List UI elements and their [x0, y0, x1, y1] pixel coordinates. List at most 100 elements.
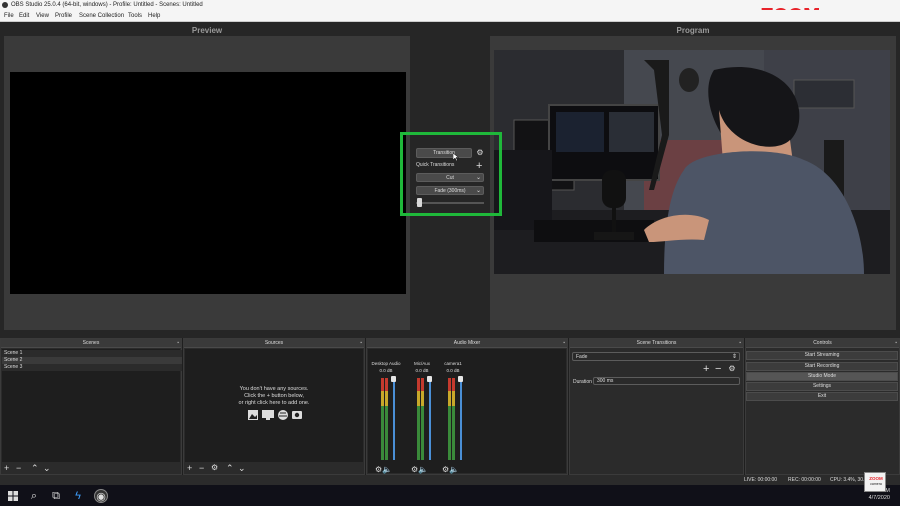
add-scene-plus-icon[interactable]: + — [4, 463, 9, 473]
menu-edit[interactable]: Edit — [19, 12, 29, 20]
scene-transitions-dock-title: Scene Transitions — [570, 339, 743, 348]
channel-name: camera1 — [444, 361, 462, 366]
remove-transition-minus-icon[interactable]: − — [715, 364, 721, 375]
fade-option-label: Fade (300ms) — [434, 188, 466, 194]
audio-mixer-dock: Audio Mixer ▪ Desktop Audio 0.0 dB ⚙🔈 Mi… — [366, 338, 568, 475]
mixer-channel-desktop-audio: Desktop Audio 0.0 dB ⚙🔈 — [371, 359, 401, 474]
scenes-list: Scene 1 Scene 2 Scene 3 — [2, 349, 182, 462]
audio-mixer-dock-title: Audio Mixer — [367, 339, 567, 348]
dock-close-icon[interactable]: ▪ — [177, 339, 179, 348]
dock-close-icon[interactable]: ▪ — [895, 339, 897, 348]
scenes-toolbar: + − ⌃ ⌄ — [1, 462, 181, 474]
transition-properties-gear-icon[interactable]: ⚙ — [728, 365, 736, 373]
transition-type-value: Fade — [576, 354, 588, 360]
move-down-chevron-icon[interactable]: ⌄ — [238, 463, 246, 473]
dock-close-icon[interactable]: ▪ — [739, 339, 741, 348]
duration-input[interactable]: 300 ms — [593, 377, 740, 385]
menu-help[interactable]: Help — [148, 12, 160, 20]
channel-controls: ⚙🔈 — [375, 465, 392, 474]
volume-meter — [417, 378, 420, 460]
exit-button[interactable]: Exit — [746, 392, 898, 401]
channel-name: Desktop Audio — [371, 361, 401, 366]
move-down-chevron-icon[interactable]: ⌄ — [43, 463, 51, 473]
scenes-dock-title: Scenes — [1, 339, 181, 348]
preview-canvas[interactable] — [10, 72, 406, 294]
move-up-chevron-icon[interactable]: ⌃ — [226, 463, 234, 473]
status-bar: LIVE: 00:00:00 REC: 00:00:00 CPU: 3.4%, … — [0, 475, 900, 485]
volume-meter — [421, 378, 424, 460]
move-up-chevron-icon[interactable]: ⌃ — [31, 463, 39, 473]
windows-taskbar: ⌕ ⧉ ϟ ◉ 2:19 PM 4/7/2020 — [0, 485, 900, 506]
rec-timer: REC: 00:00:00 — [788, 477, 821, 483]
channel-db: 0.0 dB — [379, 368, 393, 373]
menu-bar: File Edit View Profile Scene Collection … — [0, 10, 900, 22]
speaker-icon[interactable]: 🔈 — [449, 465, 459, 474]
audio-mixer-body: Desktop Audio 0.0 dB ⚙🔈 Mic/Aux 0.0 dB ⚙… — [368, 349, 566, 474]
start-streaming-button[interactable]: Start Streaming — [746, 351, 898, 360]
live-timer: LIVE: 00:00:00 — [744, 477, 778, 483]
chevron-down-icon: ⌄ — [475, 188, 481, 194]
dock-close-icon[interactable]: ▪ — [563, 339, 565, 348]
windows-start-icon[interactable] — [6, 489, 20, 503]
menu-view[interactable]: View — [36, 12, 49, 20]
volume-fader[interactable] — [393, 378, 395, 460]
obs-taskbar-icon[interactable]: ◉ — [94, 489, 108, 503]
scene-item[interactable]: Scene 2 — [2, 357, 182, 364]
scene-item[interactable]: Scene 3 — [2, 364, 182, 371]
channel-name: Mic/Aux — [413, 361, 430, 366]
channel-db: 0.0 dB — [446, 368, 460, 373]
program-canvas[interactable] — [494, 50, 890, 274]
speaker-icon[interactable]: 🔈 — [382, 465, 392, 474]
quick-transition-fade-select[interactable]: Fade (300ms) ⌄ — [416, 186, 484, 195]
transition-gear-icon[interactable]: ⚙ — [476, 149, 484, 157]
sources-dock-title: Sources — [184, 339, 364, 348]
volume-fader-knob[interactable] — [391, 376, 396, 382]
volume-fader[interactable] — [460, 378, 462, 460]
menu-scene-collection[interactable]: Scene Collection — [79, 12, 124, 20]
sources-toolbar: + − ⚙ ⌃ ⌄ — [184, 462, 364, 474]
camera-badge-text: camera — [870, 482, 882, 486]
studio-mode-button[interactable]: Studio Mode — [746, 372, 898, 381]
dock-close-icon[interactable]: ▪ — [360, 339, 362, 348]
sources-empty-hint-line2: Click the + button below, — [244, 393, 304, 399]
sources-list[interactable]: You don't have any sources. Click the + … — [185, 349, 363, 462]
speaker-icon[interactable]: 🔈 — [418, 465, 428, 474]
remove-source-minus-icon[interactable]: − — [199, 463, 204, 473]
add-quick-transition-plus-icon[interactable]: + — [476, 161, 482, 172]
transition-button[interactable]: Transition — [416, 148, 472, 158]
scene-transitions-dock: Scene Transitions ▪ Fade ⇕ + − ⚙ Duratio… — [569, 338, 744, 475]
quick-transition-cut-select[interactable]: Cut ⌄ — [416, 173, 484, 182]
start-recording-button[interactable]: Start Recording — [746, 362, 898, 371]
channel-controls: ⚙🔈 — [411, 465, 428, 474]
chevron-down-icon: ⌄ — [475, 175, 481, 181]
search-icon[interactable]: ⌕ — [27, 489, 41, 503]
add-transition-plus-icon[interactable]: + — [703, 364, 709, 375]
channel-controls: ⚙🔈 — [442, 465, 459, 474]
settings-button[interactable]: Settings — [746, 382, 898, 391]
chevron-updown-icon: ⇕ — [731, 354, 737, 360]
transition-highlight-box: Transition ⚙ Quick Transitions + Cut ⌄ F… — [400, 132, 502, 216]
transition-type-select[interactable]: Fade ⇕ — [572, 352, 740, 361]
add-source-plus-icon[interactable]: + — [187, 463, 192, 473]
program-video-frame — [494, 50, 890, 274]
menu-tools[interactable]: Tools — [128, 12, 142, 20]
zoom-badge-text: ZOOM — [869, 476, 883, 481]
sources-empty-hint-line3: or right click here to add one. — [238, 400, 310, 406]
volume-fader-knob[interactable] — [458, 376, 463, 382]
t-bar-slider[interactable] — [417, 198, 422, 207]
task-view-icon[interactable]: ⧉ — [49, 489, 63, 503]
volume-meter — [452, 378, 455, 460]
menu-profile[interactable]: Profile — [55, 12, 72, 20]
source-properties-gear-icon[interactable]: ⚙ — [211, 463, 218, 473]
scene-item[interactable]: Scene 1 — [2, 350, 182, 357]
remove-scene-minus-icon[interactable]: − — [16, 463, 21, 473]
volume-meter — [385, 378, 388, 460]
menu-file[interactable]: File — [4, 12, 14, 20]
zoomcamera-logo-badge: ZOOM camera — [864, 472, 886, 492]
volume-fader[interactable] — [429, 378, 431, 460]
volume-fader-knob[interactable] — [427, 376, 432, 382]
lightning-app-icon[interactable]: ϟ — [71, 489, 85, 503]
preview-label: Preview — [191, 26, 223, 35]
controls-dock-title: Controls — [746, 339, 899, 348]
scenes-dock: Scenes ▪ Scene 1 Scene 2 Scene 3 + − ⌃ ⌄ — [0, 338, 182, 475]
